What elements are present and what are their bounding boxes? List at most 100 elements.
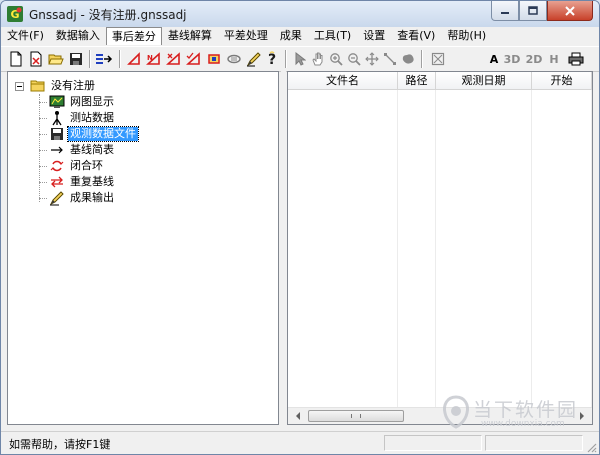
tree-connector: [39, 94, 40, 202]
scroll-left-button[interactable]: [290, 409, 305, 423]
tree-item-baseline-summary[interactable]: 基线简表: [49, 142, 116, 158]
tree-item-label: 观测数据文件: [67, 126, 139, 142]
tree-item-repeat-baseline[interactable]: 重复基线: [49, 174, 116, 190]
triangle-icon: [127, 52, 140, 65]
status-pane: [485, 435, 583, 451]
open-folder-icon: [48, 54, 64, 65]
tree-item-station-data[interactable]: 测站数据: [49, 110, 116, 126]
pencil-output-icon: [49, 190, 65, 206]
repeat-arrows-icon: [49, 174, 65, 190]
scroll-thumb[interactable]: [308, 410, 404, 422]
tree-connector: [39, 102, 47, 103]
full-extent-button[interactable]: [429, 50, 447, 68]
save-button[interactable]: [67, 50, 85, 68]
pencil-icon: [246, 52, 261, 67]
menu-tools[interactable]: 工具(T): [308, 27, 357, 45]
tree-root-node[interactable]: 没有注册: [30, 78, 97, 94]
menu-data-input[interactable]: 数据输入: [50, 27, 106, 45]
tree-connector: [39, 166, 47, 167]
view-3d-button[interactable]: 3D: [503, 50, 521, 68]
maximize-button[interactable]: [519, 1, 547, 21]
tree-connector: [39, 182, 47, 183]
closed-loop-icon: [49, 158, 65, 174]
tree-connector: [39, 134, 47, 135]
network-triangle-button[interactable]: N: [145, 50, 163, 68]
pan-hand-button[interactable]: [309, 50, 327, 68]
minimize-button[interactable]: [491, 1, 519, 21]
tree-item-label: 重复基线: [70, 175, 114, 188]
text-a-label: A: [489, 52, 499, 66]
triangle-x-icon: [166, 52, 180, 65]
table-header: 文件名 路径 观测日期 开始: [288, 72, 592, 90]
tree-item-result-output[interactable]: 成果输出: [49, 190, 116, 206]
oval-loop-icon: [227, 54, 241, 64]
help-button[interactable]: ?: [263, 50, 281, 68]
menu-baseline-solution[interactable]: 基线解算: [162, 27, 218, 45]
print-button[interactable]: [567, 50, 585, 68]
loop-button[interactable]: [225, 50, 243, 68]
tree-item-label: 网图显示: [70, 95, 114, 108]
edit-pencil-button[interactable]: [245, 50, 263, 68]
menu-file[interactable]: 文件(F): [1, 27, 50, 45]
import-button[interactable]: [95, 50, 113, 68]
check-triangle-button[interactable]: [185, 50, 203, 68]
move-cross-icon: [365, 52, 379, 66]
tree-item-network-display[interactable]: 网图显示: [49, 94, 116, 110]
triangle-n-icon: N: [146, 52, 160, 65]
close-file-button[interactable]: [27, 50, 45, 68]
new-file-icon: [10, 51, 22, 67]
menu-help[interactable]: 帮助(H): [441, 27, 492, 45]
move-button[interactable]: [363, 50, 381, 68]
project-tree[interactable]: 没有注册 网图显示 测站数据 观测数据文件 基线简表 闭合环 重复基线 成果输出: [7, 71, 279, 425]
tree-item-observation-files[interactable]: 观测数据文件: [49, 126, 139, 142]
triangle-tool-button[interactable]: [125, 50, 143, 68]
new-file-button[interactable]: [7, 50, 25, 68]
maximize-icon: [528, 5, 538, 15]
title-bar[interactable]: G Gnssadj - 没有注册.gnssadj: [1, 1, 599, 27]
tree-item-closed-loop[interactable]: 闭合环: [49, 158, 105, 174]
minimize-icon: [501, 11, 509, 14]
file-list-table[interactable]: 文件名 路径 观测日期 开始: [287, 71, 593, 425]
menu-adjustment[interactable]: 平差处理: [218, 27, 274, 45]
menu-bar: 文件(F) 数据输入 事后差分 基线解算 平差处理 成果 工具(T) 设置 查看…: [1, 27, 599, 45]
height-h-label: H: [549, 52, 559, 66]
menu-settings[interactable]: 设置: [357, 27, 391, 45]
column-header-filename[interactable]: 文件名: [288, 72, 398, 90]
gnssadj-app-icon[interactable]: G: [7, 6, 23, 22]
question-mark-icon: ?: [268, 51, 276, 67]
column-header-observation-date[interactable]: 观测日期: [436, 72, 532, 90]
open-folder-button[interactable]: [47, 50, 65, 68]
panel-splitter[interactable]: [281, 71, 286, 425]
menu-results[interactable]: 成果: [274, 27, 308, 45]
ink-tool-button[interactable]: [399, 50, 417, 68]
status-bar: 如需帮助，请按F1键: [1, 431, 599, 454]
column-header-path[interactable]: 路径: [398, 72, 436, 90]
column-header-start[interactable]: 开始: [532, 72, 592, 90]
column-divider: [397, 90, 398, 407]
view-2d-button[interactable]: 2D: [525, 50, 543, 68]
view-3d-label: 3D: [503, 52, 521, 66]
toolbar-separator: [119, 50, 121, 68]
tree-item-label: 成果输出: [70, 191, 114, 204]
hand-icon: [312, 52, 323, 66]
window-controls: [491, 1, 593, 21]
resize-grip-icon[interactable]: [585, 441, 597, 453]
tree-item-label: 基线简表: [70, 143, 114, 156]
zoom-in-button[interactable]: [327, 50, 345, 68]
svg-text:N: N: [147, 54, 153, 62]
text-annotation-button[interactable]: A: [485, 50, 503, 68]
delete-triangle-button[interactable]: [165, 50, 183, 68]
tree-collapse-toggle[interactable]: [15, 82, 24, 91]
process-button[interactable]: [205, 50, 223, 68]
height-view-button[interactable]: H: [545, 50, 563, 68]
scroll-left-arrow-icon: [295, 412, 300, 420]
measure-line-button[interactable]: [381, 50, 399, 68]
menu-post-processing[interactable]: 事后差分: [105, 27, 162, 45]
menu-view[interactable]: 查看(V): [391, 27, 441, 45]
window-title: Gnssadj - 没有注册.gnssadj: [29, 8, 187, 22]
zoom-out-button[interactable]: [345, 50, 363, 68]
select-pointer-button[interactable]: [291, 50, 309, 68]
pointer-arrow-icon: [295, 52, 306, 66]
close-button[interactable]: [547, 1, 593, 21]
column-divider: [435, 90, 436, 407]
